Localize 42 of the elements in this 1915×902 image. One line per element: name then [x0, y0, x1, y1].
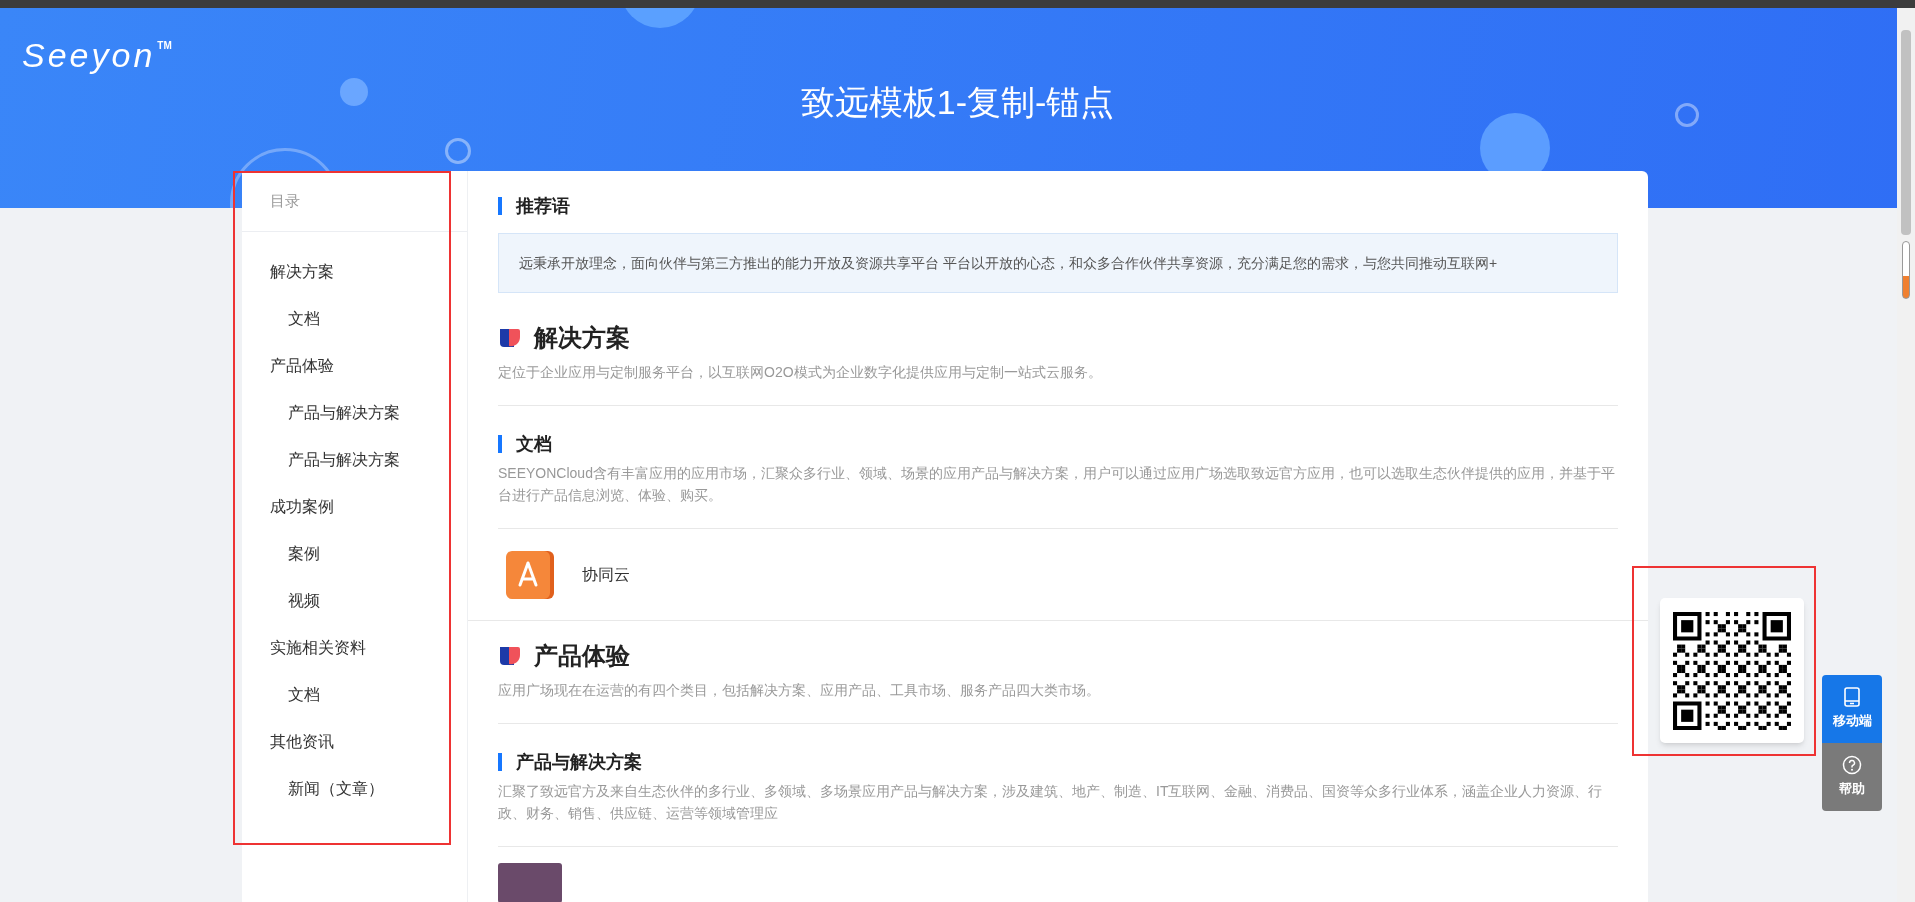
section-description: 汇聚了致远官方及来自生态伙伴的多行业、多领域、多场景应用产品与解决方案，涉及建筑、地产、制造、IT互联网、金融、消费品、国资等众多行业体系，涵盖企业人力资源、行政、财务、销售、供应链、运营等领域管理应: [498, 782, 1604, 823]
heading-bar-icon: [498, 197, 502, 215]
help-icon: [1842, 755, 1862, 776]
toc-item[interactable]: 文档: [242, 295, 467, 342]
section-heading: 解决方案: [534, 323, 630, 353]
section-icon: [498, 326, 522, 350]
toc-item[interactable]: 产品体验: [242, 342, 467, 389]
toc-item[interactable]: 解决方案: [242, 248, 467, 295]
mobile-button[interactable]: 移动端: [1822, 675, 1882, 743]
trademark: TM: [157, 39, 172, 53]
toc-item[interactable]: 实施相关资料: [242, 624, 467, 671]
logo: Seeyon: [22, 38, 156, 72]
heading-bar-icon: [498, 753, 502, 771]
scrollbar-thumb[interactable]: [1901, 30, 1911, 235]
photo-placeholder: [498, 863, 562, 902]
help-button[interactable]: 帮助: [1822, 743, 1882, 811]
section-icon: [498, 644, 522, 668]
heading-bar-icon: [498, 435, 502, 453]
toc-item[interactable]: 新闻（文章）: [242, 765, 467, 812]
section-heading: 文档: [516, 432, 552, 456]
pdf-file-icon: [504, 548, 556, 601]
toc-item[interactable]: 案例: [242, 530, 467, 577]
page-title: 致远模板1-复制-锚点: [800, 82, 1115, 123]
section-heading: 产品体验: [534, 641, 630, 671]
section-heading: 产品与解决方案: [516, 750, 642, 774]
tablet-icon: [1843, 687, 1861, 708]
section-description: SEEYONCloud含有丰富应用的应用市场，汇聚众多行业、领域、场景的应用产品与解决方案，用户可以通过应用广场选取致远官方应用，也可以选取生态伙伴提供的应用，并基于平台进行产品信息浏览、体验、购买。: [498, 464, 1616, 505]
bubble-decoration: [340, 78, 368, 106]
section-description: 应用广场现在在运营的有四个类目，包括解决方案、应用产品、工具市场、服务产品四大类市场。: [498, 681, 1101, 700]
section-description: 定位于企业应用与定制服务平台，以互联网O2O模式为企业数字化提供应用与定制一站式云服务。: [498, 363, 1103, 382]
scroll-marker: [1902, 241, 1910, 299]
toc-item[interactable]: 产品与解决方案: [242, 389, 467, 436]
section-heading: 推荐语: [516, 194, 570, 218]
file-link[interactable]: 协同云: [582, 562, 630, 587]
toc-item[interactable]: 产品与解决方案: [242, 436, 467, 483]
toc-item[interactable]: 其他资讯: [242, 718, 467, 765]
toc-item[interactable]: 视频: [242, 577, 467, 624]
bubble-decoration: [445, 138, 471, 164]
intro-banner: 远秉承开放理念，面向伙伴与第三方推出的能力开放及资源共享平台 平台以开放的心态，和众多合作伙伴共享资源，充分满足您的需求，与您共同推动互联网+: [498, 233, 1618, 293]
bubble-decoration: [1675, 103, 1699, 127]
toc-item[interactable]: 文档: [242, 671, 467, 718]
toc-item[interactable]: 成功案例: [242, 483, 467, 530]
